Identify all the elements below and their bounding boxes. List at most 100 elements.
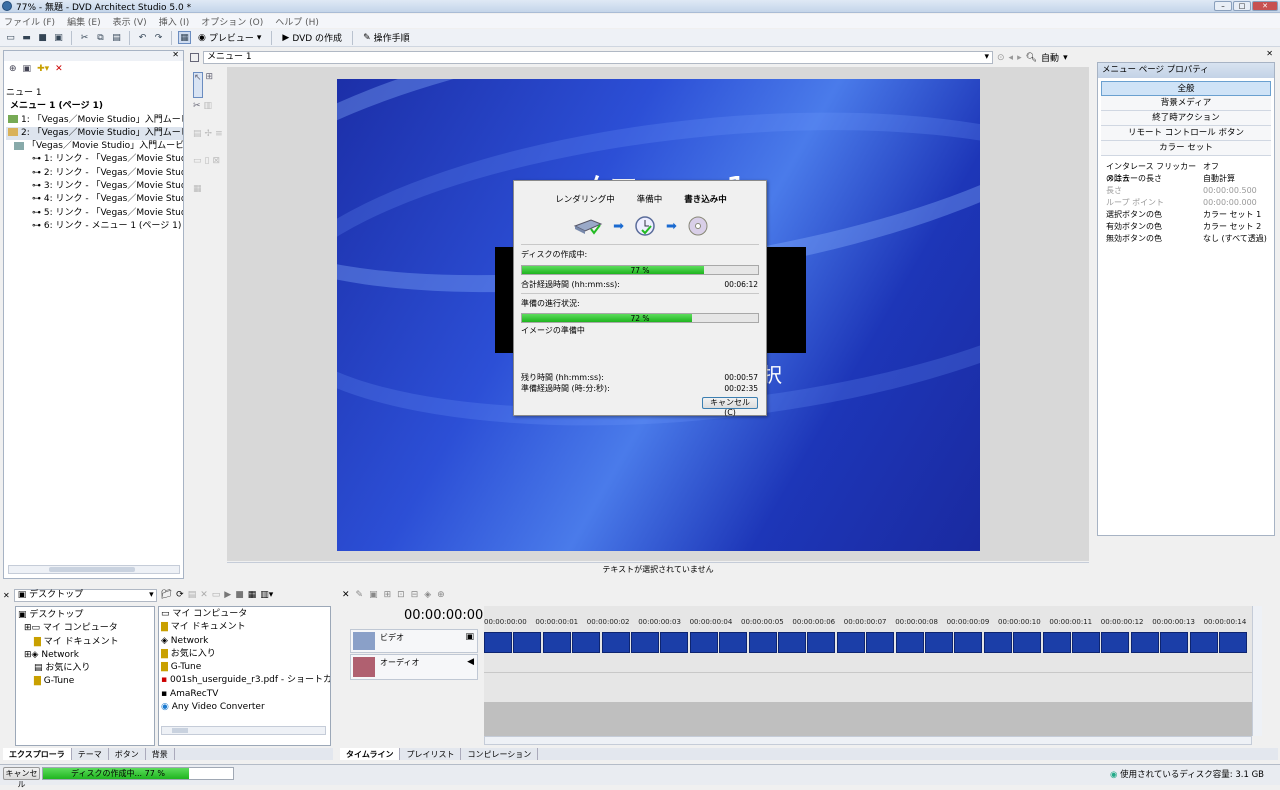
horizontal-scrollbar[interactable] — [484, 736, 1252, 745]
tree-item[interactable]: ⊶ 2: リンク - 「Vegas／Movie Studio」 — [6, 167, 183, 180]
tree-item[interactable]: メニュー 1 (ページ 1) — [6, 100, 183, 113]
auto-preview-icon[interactable]: ▦ — [248, 590, 257, 600]
refresh-icon[interactable]: ⟳ — [176, 590, 184, 600]
preview-button[interactable]: ◉ プレビュー ▾ — [194, 31, 265, 45]
paste-icon[interactable]: ▤ — [110, 31, 123, 44]
grid-tool-icon[interactable]: ⊞ — [206, 72, 214, 98]
arrange-icon[interactable]: ⊠ — [212, 156, 220, 180]
tree-item[interactable]: ⊶ 1: リンク - 「Vegas／Movie Studio」 — [6, 153, 183, 166]
close-icon[interactable]: ✕ — [172, 50, 179, 59]
menu-help[interactable]: ヘルプ (H) — [275, 15, 319, 28]
center-icon[interactable]: ✢ — [205, 129, 213, 153]
property-value[interactable]: カラー セット 2 — [1203, 221, 1261, 233]
menu-insert[interactable]: 挿入 (I) — [159, 15, 190, 28]
size-icon[interactable]: ▭ — [193, 156, 202, 180]
tree-item-favorites[interactable]: ▤ お気に入り — [18, 662, 154, 675]
delete-icon[interactable]: ✕ — [55, 64, 63, 74]
new-folder-icon[interactable]: ▤ — [188, 590, 197, 600]
property-row[interactable]: メニューの長さ 自動計算 — [1098, 173, 1274, 185]
menu-edit[interactable]: 編集 (E) — [67, 15, 101, 28]
expand-icon[interactable]: ⊞ — [24, 623, 32, 633]
monitor-icon[interactable]: ▣ — [465, 632, 474, 642]
property-row[interactable]: 選択ボタンの色 カラー セット 1 — [1098, 209, 1274, 221]
file-item[interactable]: ▭ マイ コンピュータ — [161, 608, 330, 621]
views-icon[interactable]: ▭ — [212, 590, 221, 600]
close-icon[interactable]: ✕ — [342, 590, 350, 600]
file-item[interactable]: ▪ AmaRecTV — [161, 688, 330, 701]
minimize-button[interactable]: – — [1214, 1, 1232, 11]
tree-item[interactable]: 「Vegas／Movie Studio」入門ムービー - — [6, 140, 183, 153]
file-item[interactable]: ▇ マイ ドキュメント — [161, 621, 330, 634]
tree-item-g-tune[interactable]: ▇ G-Tune — [18, 675, 154, 688]
make-dvd-button[interactable]: ▶ DVD の作成 — [278, 31, 346, 45]
tab-compilation[interactable]: コンピレーション — [461, 748, 539, 760]
tree-item[interactable]: ⊶ 5: リンク - 「Vegas／Movie Studio」 — [6, 207, 183, 220]
undo-icon[interactable]: ↶ — [136, 31, 149, 44]
horizontal-scrollbar[interactable] — [8, 565, 180, 574]
audio-track-header[interactable]: オーディオ ◀ — [350, 654, 478, 680]
horizontal-scrollbar[interactable] — [161, 726, 326, 735]
tree-item[interactable]: ⊶ 3: リンク - 「Vegas／Movie Studio」 — [6, 180, 183, 193]
file-item[interactable]: ▇ G-Tune — [161, 661, 330, 674]
menu-options[interactable]: オプション (O) — [201, 15, 263, 28]
add-icon[interactable]: ✚▾ — [37, 64, 49, 74]
snap-icon[interactable]: ⊡ — [397, 590, 405, 600]
tab-background-media[interactable]: 背景メディア — [1101, 96, 1271, 111]
align-left-icon[interactable]: ▥ — [204, 101, 213, 125]
envelope-icon[interactable]: ◈ — [424, 590, 431, 600]
tab-color-set[interactable]: カラー セット — [1101, 141, 1271, 156]
tab-timeline[interactable]: タイムライン — [340, 748, 401, 760]
select-tool-icon[interactable]: ↖ — [193, 72, 203, 99]
guide-button[interactable]: ✎ 操作手順 — [359, 31, 414, 45]
tree-item-desktop[interactable]: ▣ デスクトップ — [18, 609, 154, 622]
menu-view[interactable]: 表示 (V) — [113, 15, 147, 28]
tree-item-network[interactable]: ⊞◈ Network — [18, 649, 154, 662]
property-row[interactable]: 無効ボタンの色 なし (すべて透過) — [1098, 233, 1274, 245]
zoom-icon[interactable]: 🔍︎ — [1026, 53, 1037, 63]
new-icon[interactable]: ▭ — [4, 31, 17, 44]
distribute-icon[interactable]: ≡ — [215, 129, 223, 153]
tree-item[interactable]: ニュー 1 — [6, 87, 183, 100]
stop-icon[interactable]: ■ — [235, 590, 244, 600]
marker-icon[interactable]: ✎ — [356, 590, 364, 600]
property-value[interactable]: 自動計算 — [1203, 173, 1235, 185]
save-as-icon[interactable]: ▣ — [52, 31, 65, 44]
maximize-button[interactable]: □ — [1233, 1, 1251, 11]
copy-icon[interactable]: ⧉ — [94, 31, 107, 44]
speaker-icon[interactable]: ◀ — [467, 657, 474, 667]
tree-item-my-documents[interactable]: ▇ マイ ドキュメント — [18, 636, 154, 649]
chevron-down-icon[interactable]: ▾ — [1063, 53, 1068, 63]
file-item[interactable]: ▇ お気に入り — [161, 648, 330, 661]
property-value[interactable]: オフ — [1203, 161, 1219, 173]
frame-icon[interactable]: ▣ — [23, 64, 32, 74]
redo-icon[interactable]: ↷ — [152, 31, 165, 44]
lock-icon[interactable]: ▣ — [369, 590, 378, 600]
close-button[interactable]: ✕ — [1252, 1, 1278, 11]
file-item[interactable]: ▪ 001sh_userguide_r3.pdf - ショートカット — [161, 674, 330, 687]
location-select[interactable]: ▣ デスクトップ ▾ — [13, 588, 157, 602]
zoom-select[interactable]: 自動 — [1041, 51, 1059, 64]
zoom-icon[interactable]: ⊕ — [437, 590, 445, 600]
tree-item[interactable]: ⊶ 4: リンク - 「Vegas／Movie Studio」 — [6, 193, 183, 206]
file-item[interactable]: ◈ Network — [161, 635, 330, 648]
tab-themes[interactable]: テーマ — [72, 748, 109, 760]
nav-next-icon[interactable]: ▸ — [1017, 53, 1022, 63]
menu-page-select[interactable]: メニュー 1 ▾ — [203, 51, 993, 64]
nav-up-icon[interactable]: ⊙ — [997, 53, 1005, 63]
video-track-header[interactable]: ビデオ ▣ — [350, 629, 478, 653]
property-value[interactable]: カラー セット 1 — [1203, 209, 1261, 221]
grid-layout-icon[interactable]: ▦ — [193, 184, 202, 208]
scroll-thumb[interactable] — [172, 728, 188, 733]
property-row[interactable]: 有効ボタンの色 カラー セット 2 — [1098, 221, 1274, 233]
file-item[interactable]: ◉ Any Video Converter — [161, 701, 330, 714]
vertical-scrollbar[interactable] — [1252, 606, 1262, 736]
folder-up-icon[interactable]: 📁︎ — [161, 590, 172, 600]
status-cancel-button[interactable]: キャンセル — [3, 767, 40, 789]
ripple-icon[interactable]: ⊟ — [411, 590, 419, 600]
tab-end-action[interactable]: 終了時アクション — [1101, 111, 1271, 126]
tree-item[interactable]: 2: 「Vegas／Movie Studio」入門ムービー — [6, 126, 183, 141]
tab-explorer[interactable]: エクスプローラ — [3, 748, 72, 760]
save-icon[interactable]: ■ — [36, 31, 49, 44]
tree-item[interactable]: ⊶ 6: リンク - メニュー 1 (ページ 1) — [6, 220, 183, 233]
property-row[interactable]: インタレース フリッカーの除去 オフ — [1098, 161, 1274, 183]
